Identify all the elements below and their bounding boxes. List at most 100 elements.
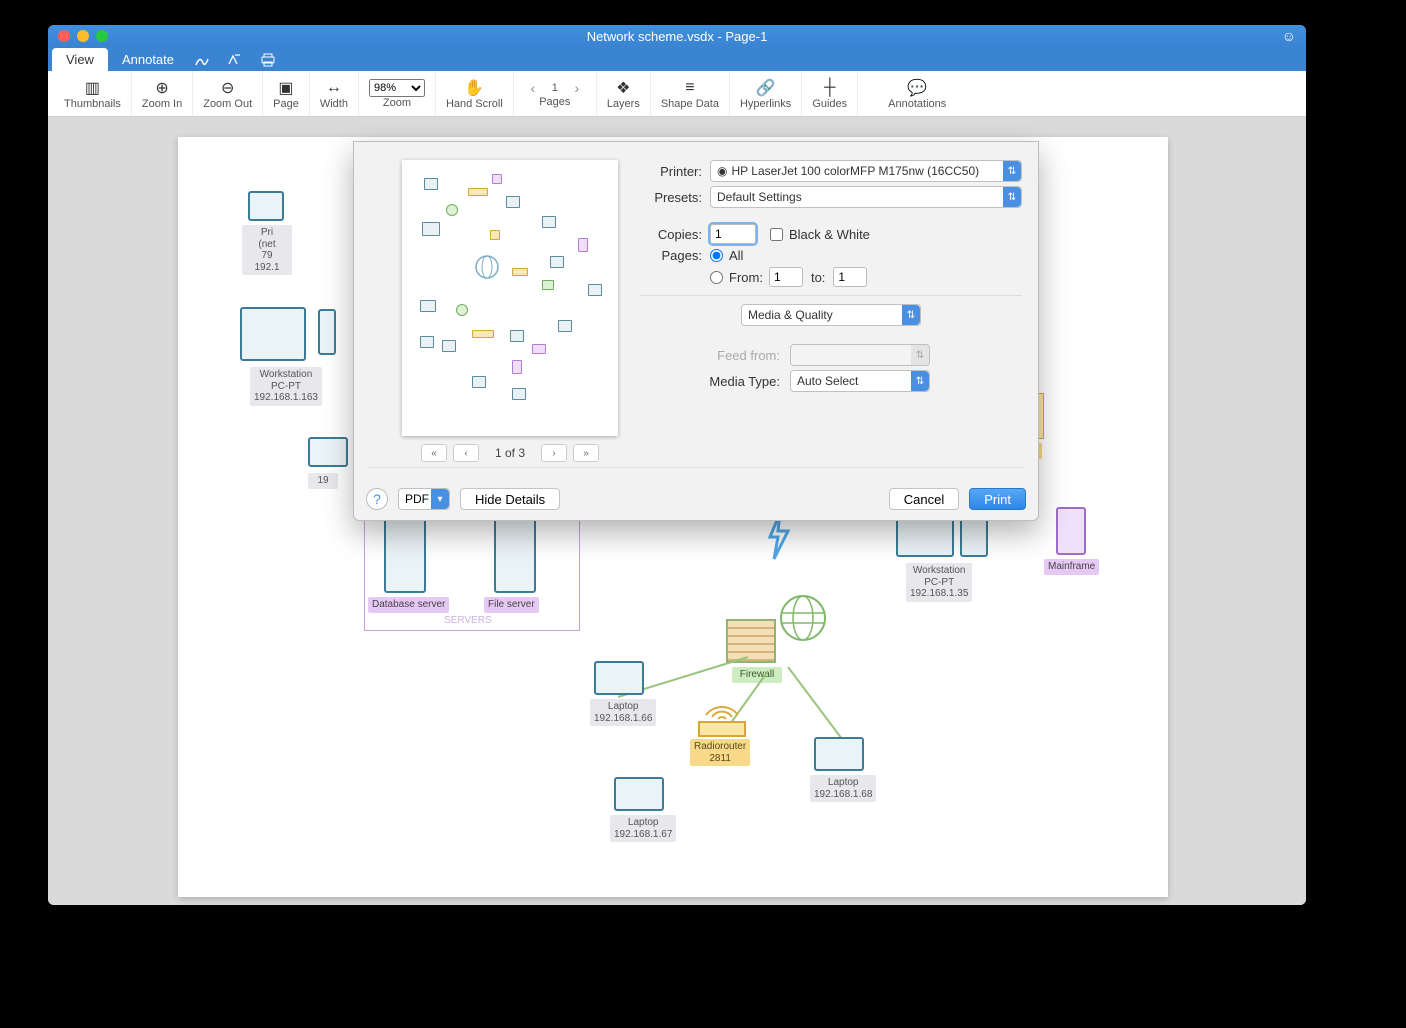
laptop3-label: Laptop192.168.1.68	[810, 775, 876, 802]
chevron-updown-icon: ⇅	[1003, 161, 1021, 181]
pen-annotate-icon[interactable]	[220, 49, 252, 71]
zoom-out-icon: ⊖	[221, 78, 234, 98]
laptop1-label: Laptop192.168.1.66	[590, 699, 656, 726]
fit-page-button[interactable]: ▣ Page	[263, 71, 310, 116]
chevron-down-icon: ▾	[431, 489, 449, 509]
presets-select[interactable]: Default Settings ⇅	[710, 186, 1022, 208]
file-server-shape[interactable]	[494, 515, 536, 593]
pages-label: Pages:	[640, 248, 710, 263]
section-select[interactable]: Media & Quality ⇅	[741, 304, 921, 326]
from-label: From:	[729, 270, 763, 285]
db-server-shape[interactable]	[384, 515, 426, 593]
zoom-in-icon: ⊕	[155, 78, 168, 98]
pdf-menu-button[interactable]: PDF ▾	[398, 488, 450, 510]
hyperlinks-button[interactable]: 🔗 Hyperlinks	[730, 71, 802, 116]
minimize-window-button[interactable]	[77, 30, 89, 42]
preview-next-button[interactable]: ›	[541, 444, 567, 462]
preview-prev-button[interactable]: ‹	[453, 444, 479, 462]
titlebar: Network scheme.vsdx - Page-1 ☺	[48, 25, 1306, 47]
pages-all-label: All	[729, 248, 743, 263]
db-server-label: Database server	[368, 597, 449, 613]
window-title: Network scheme.vsdx - Page-1	[48, 29, 1306, 44]
signature-icon[interactable]	[188, 49, 220, 71]
pages-from-radio[interactable]	[710, 271, 723, 284]
tab-annotate[interactable]: Annotate	[108, 48, 188, 71]
hide-details-button[interactable]: Hide Details	[460, 488, 560, 510]
chevron-updown-icon: ⇅	[911, 345, 929, 365]
guides-button[interactable]: ┼ Guides	[802, 71, 858, 116]
presets-label: Presets:	[640, 190, 710, 205]
laptop2-shape[interactable]	[614, 777, 664, 811]
current-page: 1	[546, 82, 564, 94]
pages-all-radio[interactable]	[710, 249, 723, 262]
print-preview	[402, 160, 618, 436]
preview-first-button[interactable]: «	[421, 444, 447, 462]
feed-from-label: Feed from:	[640, 348, 790, 363]
mode-tabbar: View Annotate	[48, 47, 1306, 71]
workstation1-shape[interactable]	[240, 307, 306, 361]
bw-checkbox[interactable]	[770, 228, 783, 241]
print-icon[interactable]	[252, 49, 284, 71]
guides-icon: ┼	[824, 78, 835, 98]
chevron-updown-icon: ⇅	[1003, 187, 1021, 207]
workstation2-label: WorkstationPC-PT192.168.1.35	[906, 563, 972, 602]
device-generic-label: 19	[308, 473, 338, 489]
chevron-updown-icon: ⇅	[902, 305, 920, 325]
preview-page-nav: « ‹ 1 of 3 › »	[402, 444, 618, 462]
print-button[interactable]: Print	[969, 488, 1026, 510]
fit-width-icon: ↔	[326, 78, 342, 98]
zoom-level: 98% Zoom	[359, 71, 436, 116]
copies-input[interactable]	[710, 224, 756, 244]
laptop2-label: Laptop192.168.1.67	[610, 815, 676, 842]
toolbar: ▥ Thumbnails ⊕ Zoom In ⊖ Zoom Out ▣ Page…	[48, 71, 1306, 117]
app-window: Network scheme.vsdx - Page-1 ☺ View Anno…	[48, 25, 1306, 905]
tab-view[interactable]: View	[52, 48, 108, 71]
shape-data-icon: ≡	[685, 78, 694, 98]
device-generic-shape[interactable]	[308, 437, 348, 467]
printer-label: Printer:	[640, 164, 710, 179]
bw-label: Black & White	[789, 227, 870, 242]
tower1-shape[interactable]	[318, 309, 336, 355]
cancel-button[interactable]: Cancel	[889, 488, 959, 510]
globe-icon	[778, 593, 828, 643]
laptop1-shape[interactable]	[594, 661, 644, 695]
feed-from-select: ⇅	[790, 344, 930, 366]
print-dialog: « ‹ 1 of 3 › » Printer: ◉HP LaserJet 100…	[353, 141, 1039, 521]
chevron-updown-icon: ⇅	[911, 371, 929, 391]
mainframe-label: Mainframe	[1044, 559, 1099, 575]
annotations-button[interactable]: 💬 Annotations	[878, 71, 956, 116]
preview-page-indicator: 1 of 3	[495, 446, 525, 460]
copies-label: Copies:	[640, 227, 710, 242]
thumbnails-button[interactable]: ▥ Thumbnails	[54, 71, 132, 116]
radiorouter-shape[interactable]	[698, 721, 746, 737]
zoom-window-button[interactable]	[96, 30, 108, 42]
printer-shape[interactable]	[248, 191, 284, 221]
from-input[interactable]	[769, 267, 803, 287]
workstation1-label: WorkstationPC-PT192.168.1.163	[250, 367, 322, 406]
file-server-label: File server	[484, 597, 539, 613]
shape-data-button[interactable]: ≡ Shape Data	[651, 71, 730, 116]
thumbnails-icon: ▥	[85, 78, 100, 98]
hand-scroll-button[interactable]: ✋ Hand Scroll	[436, 71, 514, 116]
mainframe-shape[interactable]	[1056, 507, 1086, 555]
servers-group-title: SERVERS	[444, 615, 492, 626]
media-type-label: Media Type:	[640, 374, 790, 389]
layers-button[interactable]: ❖ Layers	[597, 71, 651, 116]
to-input[interactable]	[833, 267, 867, 287]
preview-last-button[interactable]: »	[573, 444, 599, 462]
close-window-button[interactable]	[58, 30, 70, 42]
firewall-shape[interactable]	[726, 619, 776, 663]
prev-page-button[interactable]: ‹	[524, 80, 542, 96]
fit-width-button[interactable]: ↔ Width	[310, 71, 359, 116]
hyperlinks-icon: 🔗	[756, 78, 776, 98]
zoom-select[interactable]: 98%	[369, 79, 425, 97]
zoom-in-button[interactable]: ⊕ Zoom In	[132, 71, 193, 116]
printer-select[interactable]: ◉HP LaserJet 100 colorMFP M175nw (16CC50…	[710, 160, 1022, 182]
laptop3-shape[interactable]	[814, 737, 864, 771]
help-button[interactable]: ?	[366, 488, 388, 510]
next-page-button[interactable]: ›	[568, 80, 586, 96]
feedback-icon[interactable]: ☺	[1282, 28, 1296, 44]
to-label: to:	[811, 270, 825, 285]
media-type-select[interactable]: Auto Select ⇅	[790, 370, 930, 392]
zoom-out-button[interactable]: ⊖ Zoom Out	[193, 71, 263, 116]
